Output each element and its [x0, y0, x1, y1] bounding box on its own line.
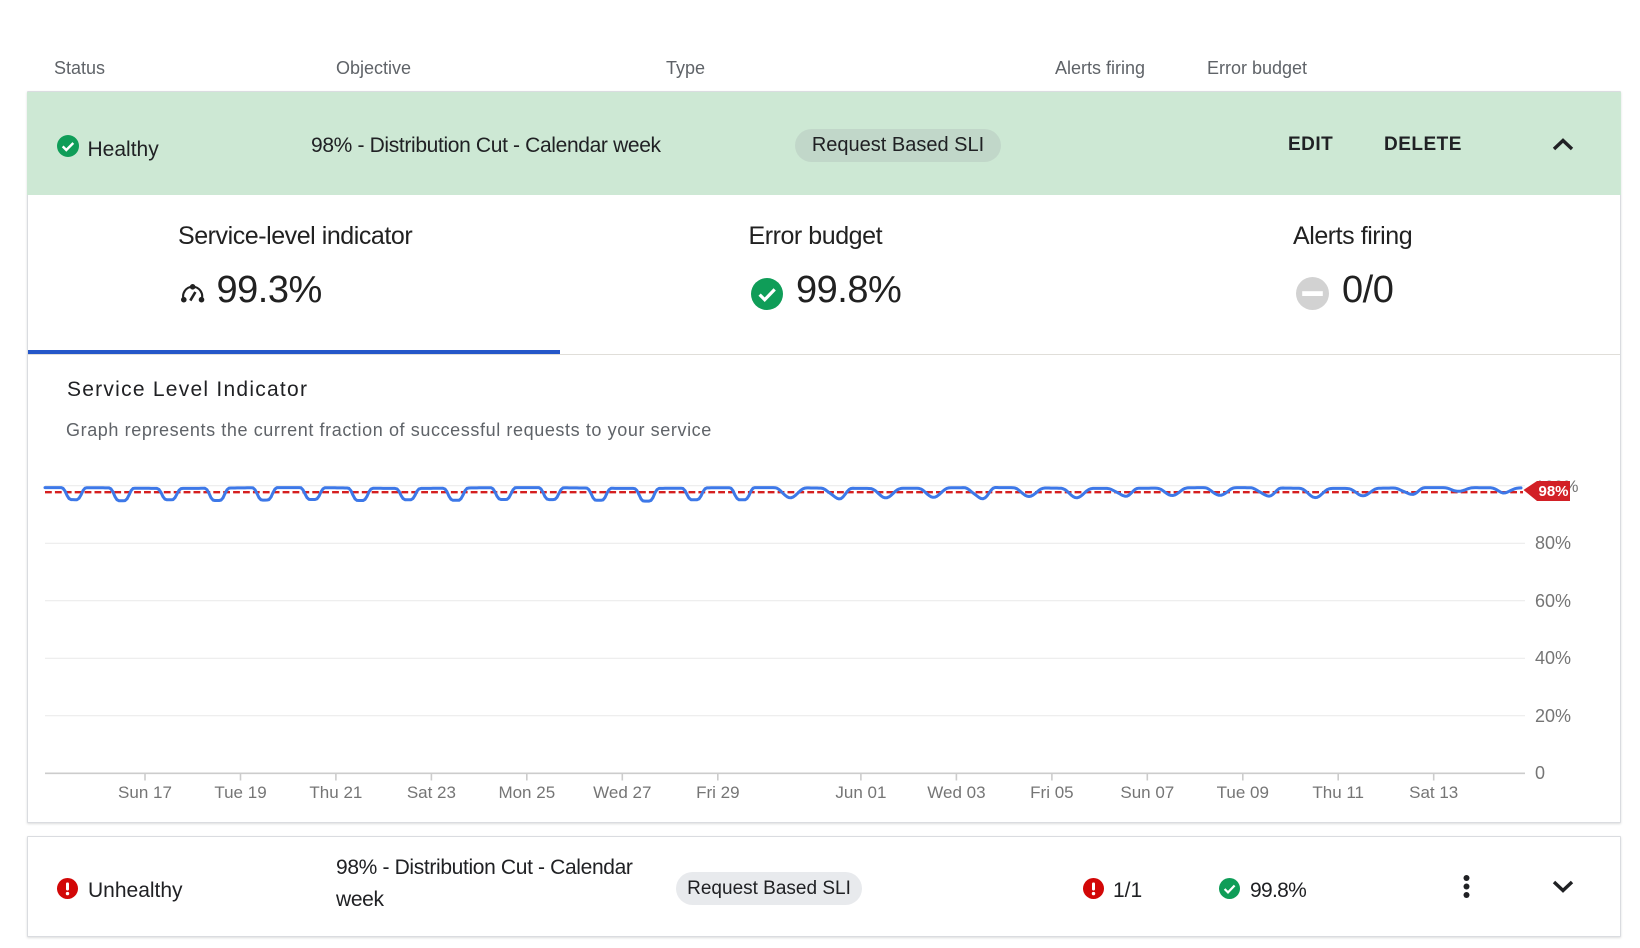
svg-text:98%: 98% — [1538, 483, 1568, 500]
